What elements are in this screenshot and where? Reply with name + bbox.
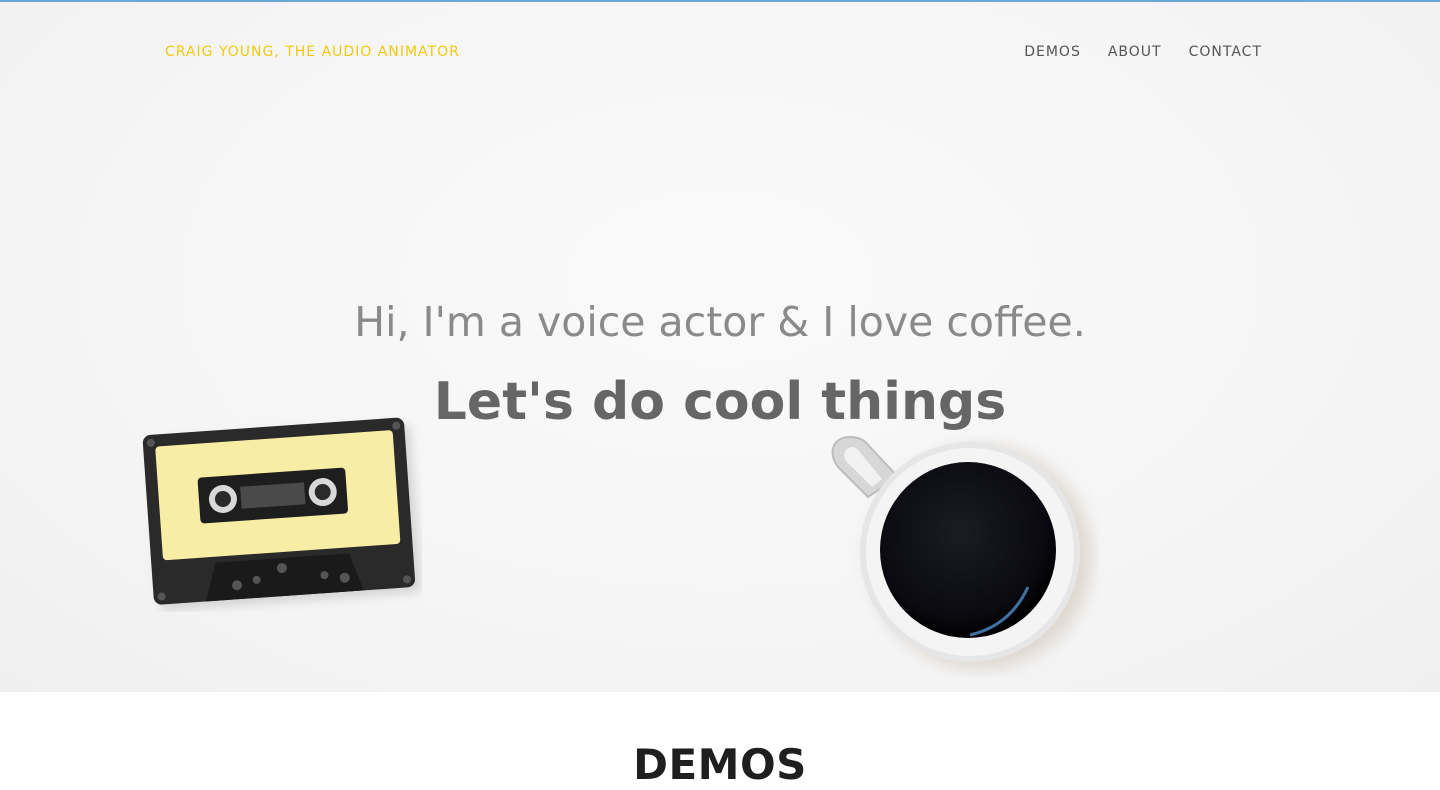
main-nav: DEMOS ABOUT CONTACT [1024, 44, 1262, 60]
nav-item-contact[interactable]: CONTACT [1189, 44, 1262, 60]
nav-item-about[interactable]: ABOUT [1108, 44, 1162, 60]
hero-section: CRAIG YOUNG, THE AUDIO ANIMATOR DEMOS AB… [0, 0, 1440, 692]
coffee-mug-image [831, 435, 1092, 669]
hero-subtitle: Hi, I'm a voice actor & I love coffee. [354, 298, 1086, 346]
nav-item-demos[interactable]: DEMOS [1024, 44, 1081, 60]
hero-headline: Let's do cool things [433, 372, 1007, 432]
demos-section-title: DEMOS [633, 740, 807, 789]
site-brand-link[interactable]: CRAIG YOUNG, THE AUDIO ANIMATOR [165, 44, 460, 60]
cassette-tape-image [142, 417, 422, 611]
